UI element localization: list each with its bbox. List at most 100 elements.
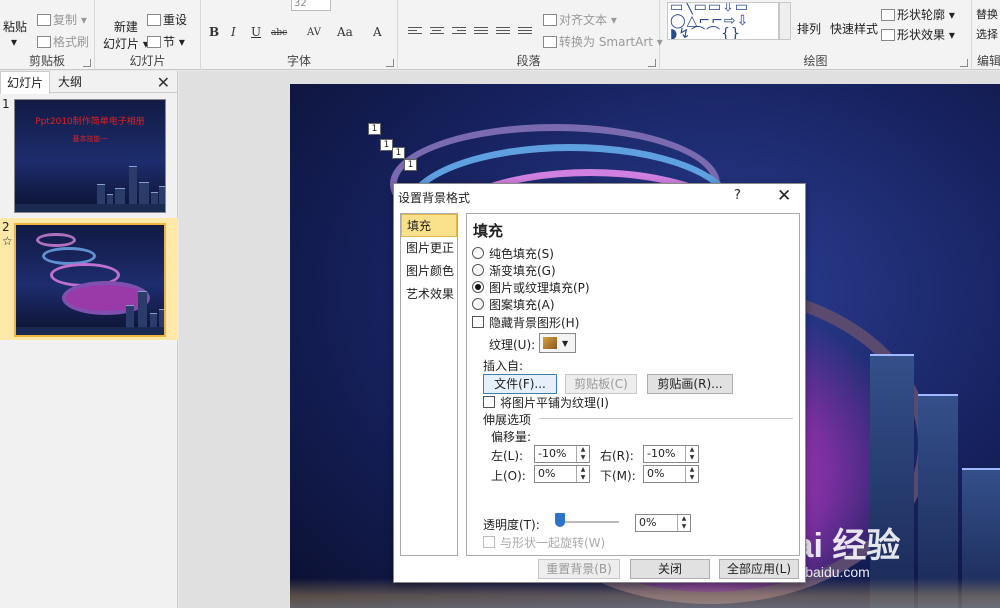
paragraph-launcher-icon[interactable]	[648, 59, 656, 67]
stretch-separator	[539, 418, 793, 419]
top-offset-stepper[interactable]: 0% ▲ ▼	[534, 465, 590, 483]
help-icon[interactable]: ?	[734, 188, 741, 203]
transparency-slider-handle[interactable]	[555, 513, 565, 527]
clipboard-launcher-icon[interactable]	[83, 59, 91, 67]
tab-slides[interactable]: 幻灯片	[0, 71, 51, 94]
font-size-select[interactable]: 32	[291, 0, 331, 11]
shapes-scroll[interactable]	[779, 2, 791, 40]
shape-effects-button[interactable]: 形状效果 ▾	[881, 26, 955, 43]
solid-fill-label: 纯色填充(S)	[489, 247, 554, 261]
tab-outline[interactable]: 大纲	[52, 71, 88, 93]
transparency-slider-track[interactable]	[559, 521, 619, 523]
copy-icon	[37, 14, 51, 26]
replace-button[interactable]: 替换	[976, 6, 998, 22]
slides-group: 新建 幻灯片 ▾ 重设 节 ▾ 幻灯片	[95, 0, 201, 70]
hide-background-checkbox[interactable]	[472, 316, 484, 328]
pane-tabs: 幻灯片 大纲 ✕	[0, 71, 178, 94]
close-button[interactable]: 关闭	[630, 559, 710, 579]
clipart-button[interactable]: 剪贴画(R)...	[647, 374, 733, 394]
hide-background-label: 隐藏背景图形(H)	[489, 316, 580, 330]
transparency-stepper[interactable]: 0% ▲ ▼	[635, 514, 691, 532]
align-right-icon[interactable]	[452, 25, 466, 37]
paragraph-group-label: 段落	[516, 54, 541, 68]
right-offset-stepper[interactable]: -10% ▲ ▼	[643, 445, 699, 463]
tile-checkbox[interactable]	[483, 396, 495, 408]
animation-marker[interactable]: 1	[392, 147, 405, 159]
apply-all-button[interactable]: 全部应用(L)	[719, 559, 799, 579]
pane-close-icon[interactable]: ✕	[157, 73, 170, 92]
left-offset-stepper[interactable]: -10% ▲ ▼	[534, 445, 590, 463]
clipboard-button[interactable]: 剪贴板(C)	[565, 374, 637, 394]
texture-dropdown[interactable]: ▼	[539, 333, 576, 353]
bottom-offset-label: 下(M):	[600, 469, 636, 483]
gradient-fill-label: 渐变填充(G)	[489, 264, 556, 278]
align-text-icon	[543, 14, 557, 26]
italic-button[interactable]: I	[231, 25, 236, 39]
char-spacing-button[interactable]: AV	[307, 27, 321, 38]
slide-thumbnail-1[interactable]: 1 Ppt2010制作简单电子相册 基本技能一	[0, 95, 178, 215]
city-skyline	[16, 291, 164, 335]
new-slide-button[interactable]: 新建 幻灯片 ▾	[103, 18, 149, 52]
change-case-button[interactable]: Aa	[337, 25, 353, 39]
nav-picture-color[interactable]: 图片颜色	[401, 260, 457, 283]
section-icon	[147, 36, 161, 48]
align-text-button[interactable]: 对齐文本 ▾	[543, 11, 617, 28]
nav-artistic-effects[interactable]: 艺术效果	[401, 283, 457, 306]
slide-subtitle: 基本技能一	[72, 135, 108, 143]
quick-styles-button[interactable]: 快速样式	[830, 20, 878, 37]
slides-group-label: 幻灯片	[129, 54, 166, 68]
paste-button[interactable]: 粘贴 ▾	[3, 18, 27, 49]
brush-icon	[37, 36, 51, 48]
gradient-fill-radio[interactable]	[472, 264, 484, 276]
bold-button[interactable]: B	[209, 25, 219, 39]
nav-fill[interactable]: 填充	[401, 214, 457, 237]
solid-fill-radio[interactable]	[472, 247, 484, 259]
shape-outline-button[interactable]: 形状轮廓 ▾	[881, 6, 955, 23]
clipboard-group-label: 剪贴板	[28, 54, 65, 68]
slide-thumbnail-2[interactable]: 2 ☆	[0, 218, 178, 340]
smartart-button[interactable]: 转换为 SmartArt ▾	[543, 33, 663, 50]
font-group: 32 B I U abc AV Aa A 字体	[201, 0, 398, 70]
reset-background-button[interactable]: 重置背景(B)	[538, 559, 620, 579]
pattern-fill-label: 图案填充(A)	[489, 298, 555, 312]
align-center-icon[interactable]	[430, 25, 444, 37]
font-group-label: 字体	[286, 54, 311, 68]
strikethrough-button[interactable]: abc	[271, 28, 287, 38]
picture-fill-radio[interactable]	[472, 281, 484, 293]
reset-button[interactable]: 重设	[147, 11, 187, 28]
font-launcher-icon[interactable]	[386, 59, 394, 67]
animation-marker[interactable]: 1	[404, 159, 417, 171]
effects-icon	[881, 29, 895, 41]
distribute-icon[interactable]	[496, 25, 510, 37]
format-painter-button[interactable]: 格式刷	[37, 33, 89, 50]
justify-icon[interactable]	[474, 25, 488, 37]
panel-heading: 填充	[473, 222, 504, 240]
close-icon[interactable]: ✕	[777, 186, 791, 206]
picture-fill-label: 图片或纹理填充(P)	[489, 281, 590, 295]
columns-icon[interactable]	[518, 25, 532, 37]
nav-picture-corrections[interactable]: 图片更正	[401, 237, 457, 260]
section-button[interactable]: 节 ▾	[147, 33, 185, 50]
right-offset-label: 右(R):	[600, 449, 634, 463]
stretch-options-label: 伸展选项	[483, 413, 532, 427]
underline-button[interactable]: U	[251, 25, 261, 39]
dialog-title: 设置背景格式	[398, 191, 471, 205]
arrange-button[interactable]: 排列	[797, 20, 821, 37]
animation-marker[interactable]: 1	[368, 123, 381, 135]
tile-label: 将图片平铺为纹理(I)	[500, 396, 609, 410]
rotate-with-shape-checkbox[interactable]	[483, 536, 495, 548]
shapes-gallery[interactable]: ▭╲▭▭⇩▭ ◯△⌐⌐⇨⇩ ◗↯⌒⌒{}	[667, 2, 779, 40]
drawing-launcher-icon[interactable]	[960, 59, 968, 67]
pattern-fill-radio[interactable]	[472, 298, 484, 310]
insert-from-label: 插入自:	[483, 359, 524, 373]
slides-pane: 幻灯片 大纲 ✕ 1 Ppt2010制作简单电子相册 基本技能一 2 ☆	[0, 71, 178, 608]
bottom-offset-stepper[interactable]: 0% ▲ ▼	[643, 465, 699, 483]
slide-number: 1	[2, 97, 10, 111]
align-left-icon[interactable]	[408, 25, 422, 37]
font-color-button[interactable]: A	[373, 25, 382, 39]
file-button[interactable]: 文件(F)...	[483, 374, 557, 394]
slide-preview: Ppt2010制作简单电子相册 基本技能一	[14, 99, 166, 213]
copy-button[interactable]: 复制 ▾	[37, 11, 87, 28]
select-button[interactable]: 选择	[976, 26, 998, 42]
fill-panel: 填充 纯色填充(S) 渐变填充(G) 图片或纹理填充(P) 图案填充(A) 隐藏…	[466, 213, 800, 556]
